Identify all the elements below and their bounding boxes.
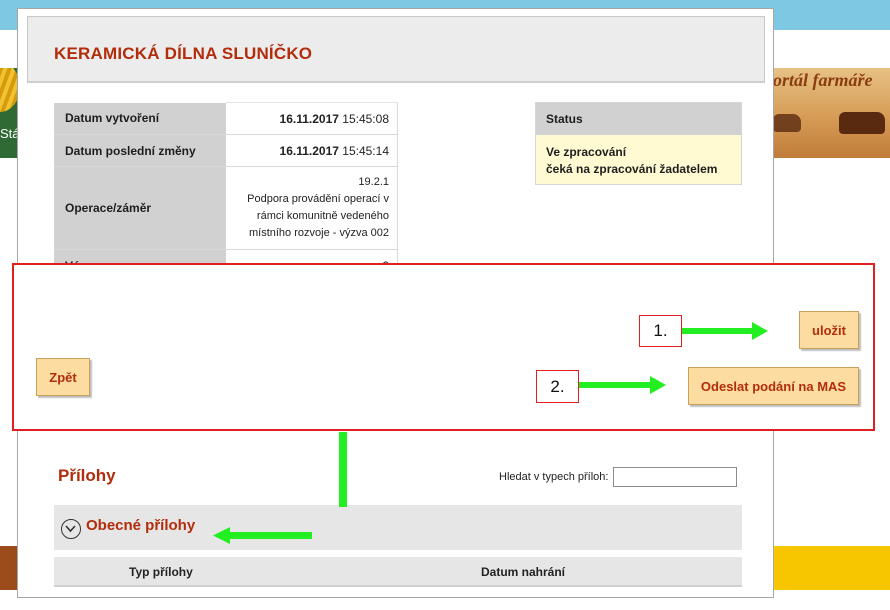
cow-icon [839, 112, 885, 134]
general-attachments-section[interactable]: Obecné přílohy [54, 505, 742, 550]
dialog-header: KERAMICKÁ DÍLNA SLUNÍČKO [27, 16, 765, 83]
row-label: Datum vytvoření [54, 102, 226, 135]
operation-line: rámci komunitně vedeného [256, 210, 389, 222]
row-value: 19.2.1 Podpora provádění operací v rámci… [226, 166, 398, 250]
table-row: Datum vytvoření 16.11.2017 15:45:08 [54, 102, 398, 135]
modified-date: 16.11.2017 [279, 143, 339, 158]
submit-to-mas-button[interactable]: Odeslat podání na MAS [688, 367, 859, 405]
attachments-title: Přílohy [58, 466, 116, 485]
operation-line: Podpora provádění operací v [247, 193, 389, 205]
save-button[interactable]: uložit [799, 311, 859, 349]
status-line: čeká na zpracování žadatelem [546, 162, 718, 176]
operation-line: místního rozvoje - výzva 002 [248, 227, 389, 239]
cow-icon [773, 114, 801, 132]
collapse-toggle-icon[interactable] [61, 519, 81, 539]
row-label: Operace/záměr [54, 166, 226, 250]
general-attachments-title: Obecné přílohy [86, 517, 196, 534]
background-right-banner-text: ortál farmáře [773, 70, 873, 90]
table-row: Operace/záměr 19.2.1 Podpora provádění o… [54, 166, 398, 250]
table-row: Datum poslední změny 16.11.2017 15:45:14 [54, 134, 398, 167]
column-header-type: Typ přílohy [129, 565, 193, 579]
step-2-label: 2. [536, 370, 579, 403]
chevron-down-icon [65, 525, 76, 533]
background-bottom-left-strip [0, 546, 18, 590]
row-value: 16.11.2017 15:45:08 [226, 102, 398, 135]
attachments-search-label: Hledat v typech příloh: [499, 471, 609, 483]
row-value: 16.11.2017 15:45:14 [226, 134, 398, 167]
row-label: Datum poslední změny [54, 134, 226, 167]
status-panel: Status Ve zpracování čeká na zpracování … [535, 102, 742, 185]
created-time: 15:45:08 [342, 111, 389, 126]
info-table: Datum vytvoření 16.11.2017 15:45:08 Datu… [54, 102, 398, 282]
annotation-highlight-box [12, 263, 875, 431]
step-1-label: 1. [639, 315, 682, 347]
background-right-banner: ortál farmáře [773, 68, 890, 158]
dialog-title: KERAMICKÁ DÍLNA SLUNÍČKO [54, 44, 313, 63]
attachments-search-input[interactable] [613, 467, 737, 487]
back-button[interactable]: Zpět [36, 358, 90, 396]
background-bottom-right-strip [773, 546, 890, 590]
status-line: Ve zpracování [546, 145, 627, 159]
status-body: Ve zpracování čeká na zpracování žadatel… [536, 135, 741, 184]
modified-time: 15:45:14 [342, 143, 389, 158]
created-date: 16.11.2017 [279, 111, 339, 126]
status-header: Status [536, 103, 741, 135]
column-header-upload-date: Datum nahrání [481, 565, 566, 579]
attachments-table-header: Typ přílohy Datum nahrání [54, 557, 742, 587]
operation-code: 19.2.1 [358, 176, 389, 188]
